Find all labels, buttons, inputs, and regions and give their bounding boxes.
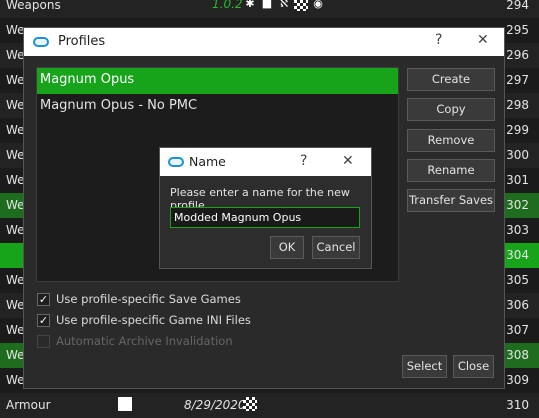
checker-flag-icon: [243, 397, 257, 411]
name-dialog-title: Name: [189, 154, 226, 169]
archive-invalidation-option: Automatic Archive Invalidation: [37, 333, 233, 349]
cancel-button[interactable]: Cancel: [312, 236, 360, 259]
help-button[interactable]: ?: [435, 32, 442, 48]
game-ini-label: Use profile-specific Game INI Files: [56, 313, 251, 327]
row-name: We: [6, 73, 25, 87]
row-name: We: [6, 123, 25, 137]
create-button[interactable]: Create: [407, 68, 495, 91]
game-ini-option[interactable]: ✓ Use profile-specific Game INI Files: [37, 312, 251, 328]
profile-item-magnum-opus[interactable]: Magnum Opus: [37, 68, 398, 94]
row-flags: 12: [118, 397, 133, 411]
row-priority: 299: [506, 123, 529, 137]
name-titlebar[interactable]: Name ? ✕: [160, 148, 371, 176]
row-priority: 306: [506, 298, 529, 312]
transfer-saves-button[interactable]: Transfer Saves: [407, 189, 495, 212]
row-priority: 302: [506, 198, 529, 212]
checker-flag-icon: [294, 0, 308, 11]
close-button[interactable]: ✕: [477, 32, 489, 48]
row-name: We: [6, 173, 25, 187]
row-priority: 298: [506, 98, 529, 112]
globe-icon: ◉: [313, 0, 323, 10]
profile-item-magnum-opus-no-pmc[interactable]: Magnum Opus - No PMC: [37, 94, 398, 120]
save-games-checkbox[interactable]: ✓: [37, 292, 50, 306]
row-priority: 310: [506, 398, 529, 412]
row-version: 1.0.2: [212, 0, 243, 11]
row-name: We: [6, 198, 25, 212]
game-ini-checkbox[interactable]: ✓: [37, 313, 50, 327]
name-dialog: Name ? ✕ Please enter a name for the new…: [159, 147, 372, 269]
row-date: 8/29/2020: [184, 398, 246, 412]
row-name: Weapons: [6, 0, 61, 12]
row-name: We: [6, 298, 25, 312]
puzzle-icon: ✱: [245, 0, 255, 10]
row-priority: 295: [506, 23, 529, 37]
list-row-310[interactable]: Armour 12 8/29/2020 310: [0, 393, 539, 418]
remove-button[interactable]: Remove: [407, 129, 495, 152]
package-icon: ■: [261, 0, 273, 10]
close-dialog-button[interactable]: Close: [453, 355, 494, 378]
row-name: We: [6, 223, 25, 237]
row-priority: 294: [506, 0, 529, 12]
name-help-button[interactable]: ?: [300, 153, 307, 169]
row-name: We: [6, 148, 25, 162]
profile-name-input[interactable]: [170, 207, 360, 228]
row-name: We: [6, 373, 25, 387]
app-window-icon: [168, 157, 184, 167]
row-priority: 307: [506, 323, 529, 337]
row-name: We: [6, 323, 25, 337]
save-games-label: Use profile-specific Save Games: [56, 292, 241, 306]
row-priority: 296: [506, 48, 529, 62]
archive-invalidation-label: Automatic Archive Invalidation: [56, 334, 233, 348]
row-priority: 308: [506, 348, 529, 362]
copy-button[interactable]: Copy: [407, 98, 495, 121]
row-priority: 301: [506, 173, 529, 187]
row-priority: 309: [506, 373, 529, 387]
row-name: We: [6, 23, 25, 37]
row-name: We: [6, 348, 25, 362]
row-name: We: [6, 48, 25, 62]
row-name: We: [6, 98, 25, 112]
archive-invalidation-checkbox: [37, 334, 50, 348]
rename-button[interactable]: Rename: [407, 159, 495, 182]
row-name: We: [6, 273, 25, 287]
profiles-titlebar[interactable]: Profiles ? ✕: [24, 28, 504, 56]
save-games-option[interactable]: ✓ Use profile-specific Save Games: [37, 291, 241, 307]
ok-button[interactable]: OK: [270, 236, 304, 259]
select-button[interactable]: Select: [402, 355, 447, 378]
row-name: Armour: [6, 398, 51, 412]
list-row-294[interactable]: Weapons 1.0.2 ✱ ■ ℵ ◉ 294: [0, 0, 539, 18]
row-flags: ✱ ■ ℵ ◉: [243, 0, 325, 11]
row-flags-2: [243, 397, 257, 411]
app-window-icon: [33, 37, 49, 47]
row-priority: 304: [506, 248, 529, 262]
row-priority: 300: [506, 148, 529, 162]
script-icon: ℵ: [279, 0, 289, 10]
dialog-title: Profiles: [58, 34, 106, 49]
row-priority: 305: [506, 273, 529, 287]
name-close-button[interactable]: ✕: [342, 153, 354, 169]
row-priority: 297: [506, 73, 529, 87]
calendar-icon: 12: [118, 397, 133, 411]
row-priority: 303: [506, 223, 529, 237]
